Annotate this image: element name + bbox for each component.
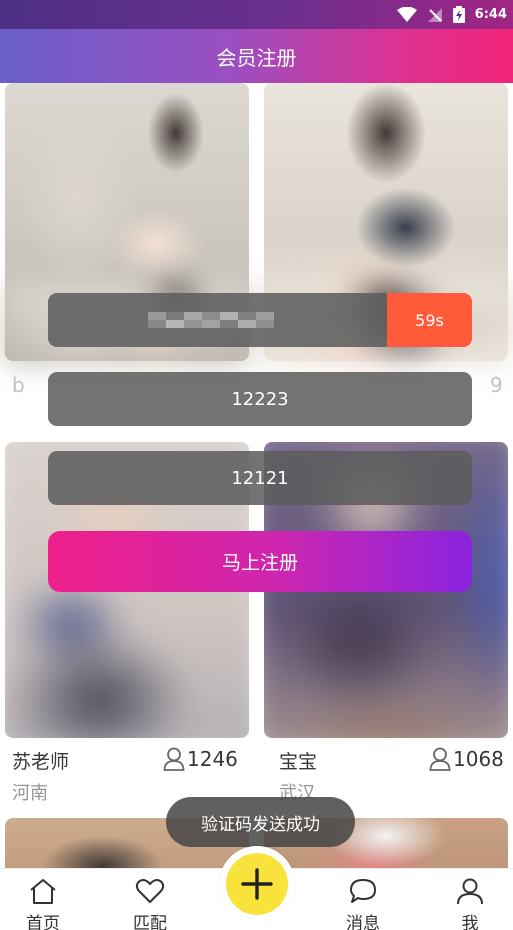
countdown-label: 59s	[415, 310, 444, 330]
verification-code-value: 12223	[231, 388, 289, 410]
page-title: 会员注册	[216, 45, 297, 70]
password-field[interactable]: 12121	[48, 451, 472, 505]
publish-button-inner	[226, 853, 288, 915]
verification-code-field[interactable]: 12223	[48, 372, 472, 426]
user-icon	[457, 878, 483, 905]
status-bar: 6:44	[0, 0, 513, 29]
home-icon	[30, 879, 56, 904]
nav-item-match[interactable]: 匹配	[110, 877, 190, 930]
toast: 验证码发送成功	[166, 797, 355, 847]
register-button-label: 马上注册	[221, 552, 298, 574]
register-button[interactable]: 马上注册	[48, 531, 472, 592]
heart-icon	[135, 879, 165, 903]
password-value: 12121	[231, 467, 289, 489]
battery-icon	[452, 6, 465, 23]
nav-label: 首页	[26, 914, 60, 930]
wifi-icon	[396, 6, 417, 22]
nav-item-home[interactable]: 首页	[3, 877, 83, 930]
phone-field[interactable]: 59s	[48, 293, 472, 347]
plus-icon	[241, 868, 273, 900]
mosaic-mask	[147, 312, 274, 328]
nav-label: 我	[461, 914, 479, 930]
nav-item-messages[interactable]: 消息	[323, 877, 403, 930]
publish-button[interactable]	[219, 846, 295, 922]
nav-label: 匹配	[133, 914, 167, 930]
get-code-button[interactable]: 59s	[387, 293, 472, 347]
title-bar: 会员注册	[0, 29, 513, 83]
toast-message: 验证码发送成功	[201, 814, 320, 835]
chat-icon	[350, 879, 376, 903]
no-signal-icon	[427, 7, 442, 22]
nav-label: 消息	[346, 914, 380, 930]
phone-value-masked	[48, 293, 387, 347]
status-time: 6:44	[474, 7, 507, 22]
nav-item-me[interactable]: 我	[430, 877, 510, 930]
register-overlay: 59s 12223 12121 马上注册	[0, 83, 513, 868]
